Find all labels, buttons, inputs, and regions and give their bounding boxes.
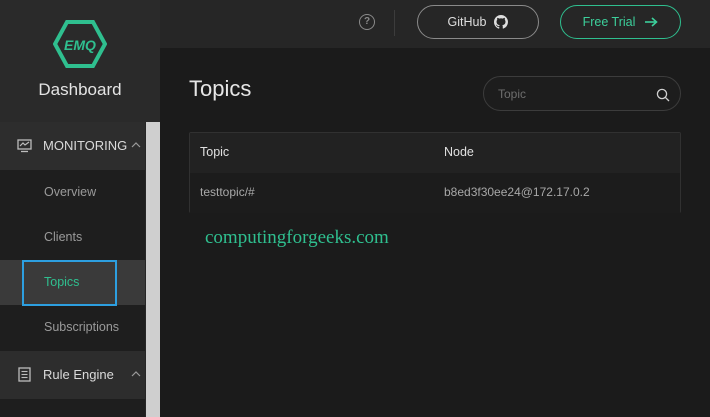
topic-search-input[interactable] [498, 85, 648, 103]
page-title: Topics [189, 76, 252, 101]
column-header-topic: Topic [200, 145, 230, 159]
brand-title: Dashboard [38, 80, 122, 99]
list-doc-icon [18, 367, 31, 382]
sidebar-item-label: Clients [44, 230, 83, 244]
sidebar-scrollbar[interactable] [146, 122, 160, 417]
sidebar-item-label: Overview [44, 185, 97, 199]
chevron-up-icon [131, 142, 141, 148]
github-button-label: GitHub [447, 15, 487, 29]
logo-text: EMQ [64, 37, 96, 53]
column-header-node: Node [444, 145, 474, 159]
chevron-up-icon [131, 371, 141, 377]
table-row: testtopic/# b8ed3f30ee24@172.17.0.2 [190, 173, 680, 213]
watermark-text: computingforgeeks.com [205, 227, 389, 248]
topics-table: Topic Node testtopic/# b8ed3f30ee24@172.… [189, 132, 681, 213]
sidebar-item-clients[interactable]: Clients [0, 215, 145, 260]
menu-group-rule-engine[interactable]: Rule Engine [0, 351, 145, 399]
menu-group-label: Rule Engine [43, 367, 114, 382]
topic-search [483, 76, 681, 111]
search-icon[interactable] [656, 88, 670, 102]
github-button[interactable]: GitHub [417, 5, 539, 39]
cell-node: b8ed3f30ee24@172.17.0.2 [444, 185, 590, 199]
brand: EMQ Dashboard [0, 0, 160, 122]
sidebar: EMQ Dashboard MONITORING Overview Client… [0, 0, 160, 417]
menu-group-monitoring[interactable]: MONITORING [0, 122, 145, 170]
sidebar-item-subscriptions[interactable]: Subscriptions [0, 305, 145, 350]
menu-group-label: MONITORING [43, 138, 128, 153]
header-divider [394, 10, 395, 36]
top-header: ? GitHub Free Trial [160, 0, 710, 48]
active-item-highlight [22, 260, 117, 306]
emq-logo: EMQ [53, 20, 107, 68]
free-trial-button-label: Free Trial [582, 15, 636, 29]
arrow-right-icon [645, 17, 659, 27]
free-trial-button[interactable]: Free Trial [560, 5, 681, 39]
help-icon[interactable]: ? [359, 14, 375, 30]
table-header: Topic Node [190, 133, 680, 173]
github-icon [494, 15, 509, 29]
sidebar-item-label: Subscriptions [44, 320, 120, 334]
monitor-chart-icon [17, 139, 32, 153]
sidebar-item-overview[interactable]: Overview [0, 170, 145, 215]
cell-topic: testtopic/# [200, 185, 255, 199]
